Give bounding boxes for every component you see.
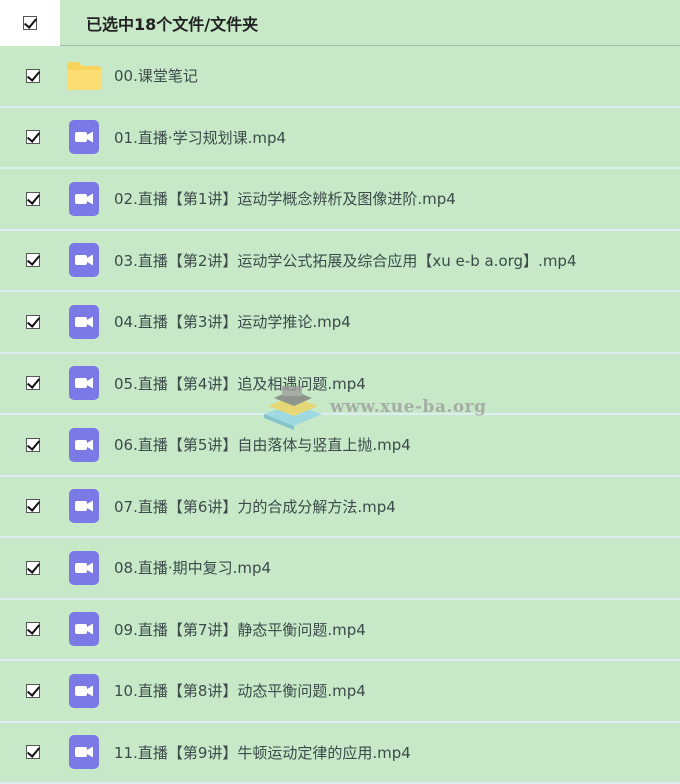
file-row[interactable]: 08.直播·期中复习.mp4 <box>0 538 680 600</box>
file-row[interactable]: 10.直播【第8讲】动态平衡问题.mp4 <box>0 661 680 723</box>
video-file-icon <box>66 550 102 586</box>
row-checkbox-cell[interactable] <box>0 315 66 329</box>
row-checkbox[interactable] <box>26 253 40 267</box>
file-name[interactable]: 03.直播【第2讲】运动学公式拓展及综合应用【xu e-b a.org】.mp4 <box>114 250 577 271</box>
file-row[interactable]: 04.直播【第3讲】运动学推论.mp4 <box>0 292 680 354</box>
row-checkbox[interactable] <box>26 499 40 513</box>
file-name[interactable]: 09.直播【第7讲】静态平衡问题.mp4 <box>114 619 366 640</box>
row-checkbox[interactable] <box>26 192 40 206</box>
select-all-checkbox[interactable] <box>23 16 37 30</box>
file-row[interactable]: 07.直播【第6讲】力的合成分解方法.mp4 <box>0 477 680 539</box>
row-checkbox[interactable] <box>26 745 40 759</box>
row-checkbox-cell[interactable] <box>0 130 66 144</box>
row-checkbox[interactable] <box>26 561 40 575</box>
file-name[interactable]: 08.直播·期中复习.mp4 <box>114 557 271 578</box>
file-name[interactable]: 01.直播·学习规划课.mp4 <box>114 127 286 148</box>
file-name[interactable]: 00.课堂笔记 <box>114 65 198 86</box>
row-checkbox-cell[interactable] <box>0 438 66 452</box>
row-checkbox-cell[interactable] <box>0 684 66 698</box>
row-checkbox[interactable] <box>26 69 40 83</box>
file-name[interactable]: 06.直播【第5讲】自由落体与竖直上抛.mp4 <box>114 434 411 455</box>
video-file-icon <box>66 673 102 709</box>
file-name[interactable]: 02.直播【第1讲】运动学概念辨析及图像进阶.mp4 <box>114 188 456 209</box>
selection-count-title: 已选中18个文件/文件夹 <box>86 11 258 35</box>
file-name[interactable]: 10.直播【第8讲】动态平衡问题.mp4 <box>114 680 366 701</box>
file-row[interactable]: 00.课堂笔记 <box>0 46 680 108</box>
row-checkbox-cell[interactable] <box>0 561 66 575</box>
video-file-icon <box>66 181 102 217</box>
video-file-icon <box>66 304 102 340</box>
row-checkbox[interactable] <box>26 684 40 698</box>
file-row[interactable]: 09.直播【第7讲】静态平衡问题.mp4 <box>0 600 680 662</box>
row-checkbox-cell[interactable] <box>0 622 66 636</box>
video-file-icon <box>66 734 102 770</box>
row-checkbox-cell[interactable] <box>0 69 66 83</box>
file-name[interactable]: 11.直播【第9讲】牛顿运动定律的应用.mp4 <box>114 742 411 763</box>
file-list: 00.课堂笔记 01.直播·学习规划课.mp4 02.直播【第1讲】运动学概念辨析及… <box>0 46 680 784</box>
video-file-icon <box>66 119 102 155</box>
file-row[interactable]: 03.直播【第2讲】运动学公式拓展及综合应用【xu e-b a.org】.mp4 <box>0 231 680 293</box>
row-checkbox[interactable] <box>26 130 40 144</box>
select-all-cell[interactable] <box>0 0 60 46</box>
file-row[interactable]: 02.直播【第1讲】运动学概念辨析及图像进阶.mp4 <box>0 169 680 231</box>
video-file-icon <box>66 365 102 401</box>
row-checkbox-cell[interactable] <box>0 499 66 513</box>
row-checkbox[interactable] <box>26 438 40 452</box>
file-name[interactable]: 04.直播【第3讲】运动学推论.mp4 <box>114 311 351 332</box>
row-checkbox[interactable] <box>26 622 40 636</box>
file-name[interactable]: 07.直播【第6讲】力的合成分解方法.mp4 <box>114 496 396 517</box>
folder-icon <box>66 58 102 94</box>
row-checkbox-cell[interactable] <box>0 376 66 390</box>
file-row[interactable]: 01.直播·学习规划课.mp4 <box>0 108 680 170</box>
video-file-icon <box>66 488 102 524</box>
video-file-icon <box>66 611 102 647</box>
file-row[interactable]: 11.直播【第9讲】牛顿运动定律的应用.mp4 <box>0 723 680 784</box>
row-checkbox-cell[interactable] <box>0 192 66 206</box>
video-file-icon <box>66 242 102 278</box>
row-checkbox-cell[interactable] <box>0 253 66 267</box>
file-name[interactable]: 05.直播【第4讲】追及相遇问题.mp4 <box>114 373 366 394</box>
row-checkbox-cell[interactable] <box>0 745 66 759</box>
file-row[interactable]: 05.直播【第4讲】追及相遇问题.mp4 <box>0 354 680 416</box>
row-checkbox[interactable] <box>26 315 40 329</box>
selection-header: 已选中18个文件/文件夹 <box>0 0 680 46</box>
video-file-icon <box>66 427 102 463</box>
file-row[interactable]: 06.直播【第5讲】自由落体与竖直上抛.mp4 <box>0 415 680 477</box>
row-checkbox[interactable] <box>26 376 40 390</box>
